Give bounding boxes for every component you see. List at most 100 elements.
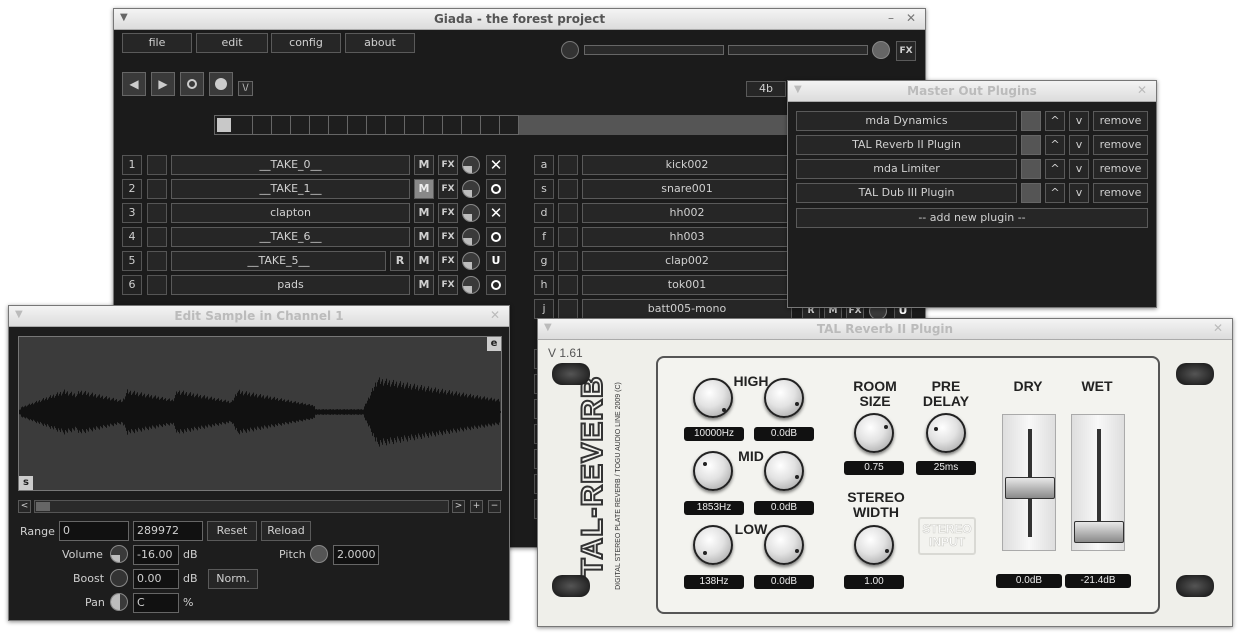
plugin-move-down-button[interactable]: v <box>1069 159 1089 179</box>
channel-oneshot-icon[interactable]: U <box>486 251 506 271</box>
plugin-remove-button[interactable]: remove <box>1093 111 1148 131</box>
channel-sample-button[interactable]: __TAKE_1__ <box>171 179 410 199</box>
zoom-in-button[interactable]: + <box>470 500 483 513</box>
channel-sample-button[interactable]: clapton <box>171 203 410 223</box>
boost-knob[interactable] <box>110 569 128 587</box>
pan-knob[interactable] <box>110 593 128 611</box>
channel-loop-icon[interactable] <box>486 179 506 199</box>
master-plugins-titlebar[interactable]: ▼ Master Out Plugins ✕ <box>788 81 1156 102</box>
plugin-bypass-button[interactable] <box>1021 135 1041 155</box>
channel-stop-icon[interactable]: ✕ <box>486 203 506 223</box>
channel-loop-icon[interactable] <box>486 275 506 295</box>
master-out-knob[interactable] <box>872 41 890 59</box>
channel-mute-button[interactable]: M <box>414 251 434 271</box>
pitch-input[interactable]: 2.0000 <box>333 545 379 565</box>
rec-input-button[interactable] <box>209 72 233 96</box>
metronome-button[interactable]: \/ <box>238 81 253 96</box>
master-fx-button[interactable]: FX <box>896 41 916 61</box>
normalize-button[interactable]: Norm. <box>208 569 258 589</box>
pan-input[interactable]: C <box>133 593 179 613</box>
plugin-remove-button[interactable]: remove <box>1093 159 1148 179</box>
dry-fader-thumb[interactable] <box>1005 477 1055 499</box>
channel-mute-button[interactable]: M <box>414 155 434 175</box>
close-icon[interactable]: ✕ <box>1134 83 1150 97</box>
channel-mute-button[interactable]: M <box>414 275 434 295</box>
stereo-width-knob[interactable] <box>854 525 894 565</box>
channel-sample-button[interactable]: hh003 <box>582 227 792 247</box>
pre-delay-knob[interactable] <box>926 413 966 453</box>
channel-volume-knob[interactable] <box>462 252 480 270</box>
plugin-bypass-button[interactable] <box>1021 183 1041 203</box>
channel-volume-knob[interactable] <box>462 180 480 198</box>
menu-edit[interactable]: edit <box>196 33 268 53</box>
channel-sample-button[interactable]: snare001 <box>582 179 792 199</box>
end-marker-e[interactable]: e <box>487 337 501 351</box>
volume-knob[interactable] <box>110 545 128 563</box>
close-icon[interactable]: ✕ <box>1210 321 1226 335</box>
range-end-input[interactable]: 289972 <box>133 521 203 541</box>
plugin-remove-button[interactable]: remove <box>1093 183 1148 203</box>
reload-button[interactable]: Reload <box>261 521 311 541</box>
master-in-knob[interactable] <box>561 41 579 59</box>
channel-fx-button[interactable]: FX <box>438 275 458 295</box>
plugin-name-button[interactable]: mda Dynamics <box>796 111 1017 131</box>
main-titlebar[interactable]: ▼ Giada - the forest project – ✕ <box>114 9 925 30</box>
channel-sample-button[interactable]: batt005-mono <box>582 299 792 319</box>
play-button[interactable]: ▶ <box>151 72 175 96</box>
plugin-name-button[interactable]: mda Limiter <box>796 159 1017 179</box>
waveform-scrollbar[interactable] <box>34 500 449 513</box>
plugin-name-button[interactable]: TAL Dub III Plugin <box>796 183 1017 203</box>
waveform-display[interactable]: e s <box>18 336 502 491</box>
plugin-move-up-button[interactable]: ^ <box>1045 135 1065 155</box>
zoom-out-button[interactable]: − <box>488 500 501 513</box>
plugin-name-button[interactable]: TAL Reverb II Plugin <box>796 135 1017 155</box>
channel-fx-button[interactable]: FX <box>438 251 458 271</box>
add-plugin-button[interactable]: -- add new plugin -- <box>796 208 1148 228</box>
plugin-move-down-button[interactable]: v <box>1069 111 1089 131</box>
pitch-knob[interactable] <box>310 545 328 563</box>
edit-sample-titlebar[interactable]: ▼ Edit Sample in Channel 1 ✕ <box>9 306 509 327</box>
scroll-right-button[interactable]: > <box>452 500 465 513</box>
start-marker-s[interactable]: s <box>19 476 33 490</box>
mid-freq-knob[interactable] <box>693 451 733 491</box>
low-freq-knob[interactable] <box>693 525 733 565</box>
scroll-left-button[interactable]: < <box>18 500 31 513</box>
plugin-move-down-button[interactable]: v <box>1069 135 1089 155</box>
menu-config[interactable]: config <box>271 33 341 53</box>
plugin-move-up-button[interactable]: ^ <box>1045 111 1065 131</box>
channel-sample-button[interactable]: __TAKE_6__ <box>171 227 410 247</box>
room-size-knob[interactable] <box>854 413 894 453</box>
range-start-input[interactable]: 0 <box>59 521 129 541</box>
minimize-icon[interactable]: – <box>883 11 899 25</box>
menu-about[interactable]: about <box>345 33 415 53</box>
dry-fader[interactable] <box>1002 414 1056 551</box>
high-freq-knob[interactable] <box>693 378 733 418</box>
plugin-bypass-button[interactable] <box>1021 159 1041 179</box>
high-gain-knob[interactable] <box>764 378 804 418</box>
channel-volume-knob[interactable] <box>462 156 480 174</box>
channel-sample-button[interactable]: hh002 <box>582 203 792 223</box>
tal-reverb-titlebar[interactable]: ▼ TAL Reverb II Plugin ✕ <box>538 319 1232 340</box>
channel-sample-button[interactable]: __TAKE_5__ <box>171 251 386 271</box>
channel-volume-knob[interactable] <box>462 276 480 294</box>
scrollbar-thumb[interactable] <box>36 502 50 511</box>
boost-input[interactable]: 0.00 <box>133 569 179 589</box>
menu-file[interactable]: file <box>122 33 192 53</box>
plugin-bypass-button[interactable] <box>1021 111 1041 131</box>
rewind-button[interactable]: ◀ <box>122 72 146 96</box>
plugin-move-down-button[interactable]: v <box>1069 183 1089 203</box>
channel-mute-button[interactable]: M <box>414 227 434 247</box>
plugin-move-up-button[interactable]: ^ <box>1045 159 1065 179</box>
plugin-remove-button[interactable]: remove <box>1093 135 1148 155</box>
channel-volume-knob[interactable] <box>462 204 480 222</box>
channel-mute-button[interactable]: M <box>414 179 434 199</box>
channel-fx-button[interactable]: FX <box>438 203 458 223</box>
wet-fader-thumb[interactable] <box>1074 521 1124 543</box>
mid-gain-knob[interactable] <box>764 451 804 491</box>
close-icon[interactable]: ✕ <box>487 308 503 322</box>
beats-button[interactable]: 4b <box>746 81 786 97</box>
channel-sample-button[interactable]: pads <box>171 275 410 295</box>
close-icon[interactable]: ✕ <box>903 11 919 25</box>
channel-loop-icon[interactable] <box>486 227 506 247</box>
channel-volume-knob[interactable] <box>462 228 480 246</box>
